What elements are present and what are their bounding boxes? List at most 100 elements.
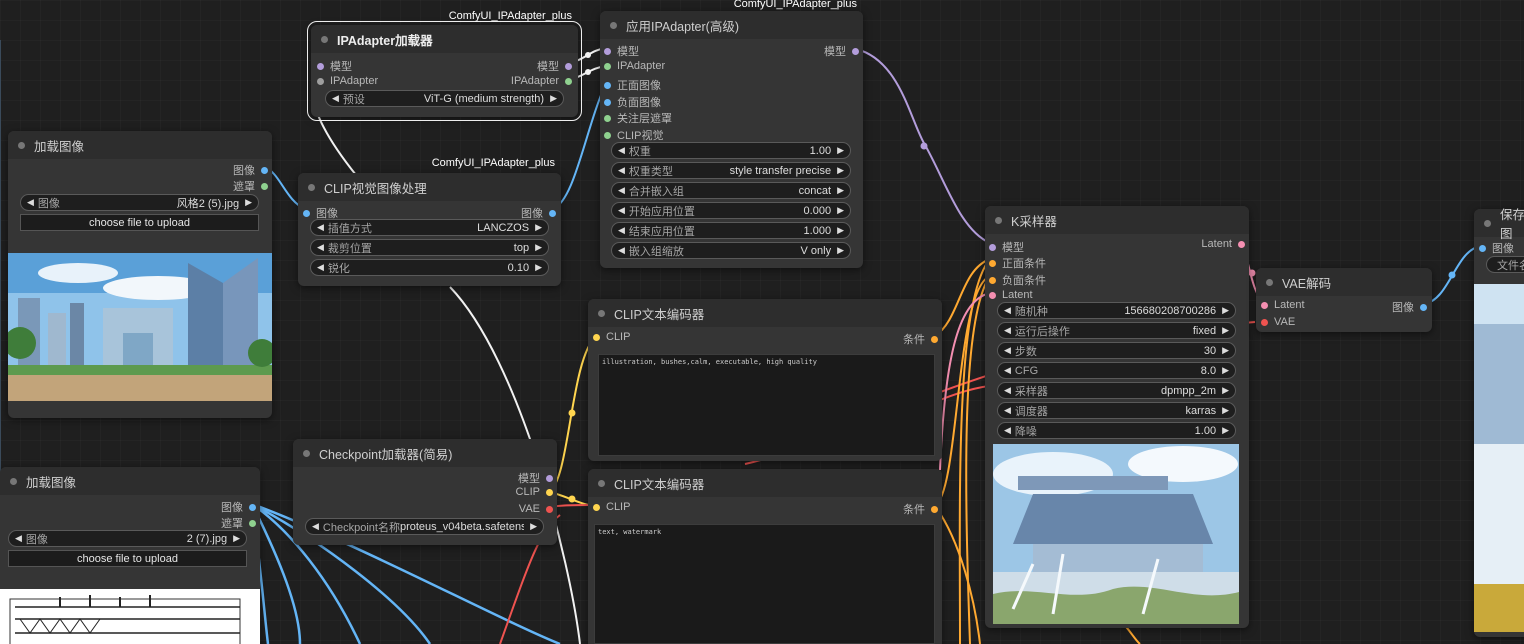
arrow-left-icon[interactable]: ◀ (618, 185, 625, 196)
arrow-right-icon[interactable]: ▶ (1222, 345, 1229, 356)
slot-pin-icon[interactable] (604, 47, 611, 55)
slot-pin-icon[interactable] (604, 131, 611, 139)
combine-embeds-combo[interactable]: ◀ 合并嵌入组 concat ▶ (611, 182, 851, 199)
embeds-scaling-combo[interactable]: ◀ 嵌入组缩放 V only ▶ (611, 242, 851, 259)
slot-pin-icon[interactable] (261, 166, 268, 174)
collapse-dot-icon[interactable] (18, 141, 25, 149)
node-vae-decode[interactable]: VAE解码 Latent VAE 图像 (1256, 268, 1432, 332)
input-slot-image[interactable]: 图像 (1479, 240, 1514, 256)
crop-position-combo[interactable]: ◀ 裁剪位置 top ▶ (310, 239, 549, 256)
slot-pin-icon[interactable] (852, 47, 859, 55)
slot-pin-icon[interactable] (565, 62, 572, 70)
collapse-dot-icon[interactable] (321, 35, 328, 43)
input-slot-model[interactable]: 模型 (989, 239, 1024, 255)
sampler-combo[interactable]: ◀ 采样器 dpmpp_2m ▶ (997, 382, 1236, 399)
arrow-left-icon[interactable]: ◀ (1004, 405, 1011, 416)
input-slot-clip[interactable]: CLIP (593, 501, 630, 513)
output-slot-image[interactable]: 图像 (221, 499, 256, 515)
upload-button[interactable]: choose file to upload (20, 214, 259, 231)
input-slot-negative[interactable]: 负面条件 (989, 272, 1046, 288)
weight-type-combo[interactable]: ◀ 权重类型 style transfer precise ▶ (611, 162, 851, 179)
output-slot-conditioning[interactable]: 条件 (903, 501, 938, 517)
arrow-left-icon[interactable]: ◀ (317, 242, 324, 253)
arrow-right-icon[interactable]: ▶ (1222, 325, 1229, 336)
node-load-image-1[interactable]: 加载图像 图像 遮罩 ◀ 图像 风格2 (5).jpg ▶ choose file t… (8, 131, 272, 418)
slot-pin-icon[interactable] (249, 503, 256, 511)
node-checkpoint-loader[interactable]: Checkpoint加载器(简易) 模型 CLIP VAE ◀ Checkpoin… (293, 439, 557, 545)
collapse-dot-icon[interactable] (1266, 278, 1273, 286)
arrow-right-icon[interactable]: ▶ (550, 93, 557, 104)
slot-pin-icon[interactable] (604, 98, 611, 106)
input-slot-ipadapter[interactable]: IPAdapter (317, 75, 378, 87)
arrow-right-icon[interactable]: ▶ (837, 185, 844, 196)
slot-pin-icon[interactable] (989, 243, 996, 251)
arrow-left-icon[interactable]: ◀ (317, 262, 324, 273)
node-save-image[interactable]: 保存图 图像 文件名 (1474, 208, 1524, 637)
slot-pin-icon[interactable] (604, 62, 611, 70)
start-at-widget[interactable]: ◀ 开始应用位置 0.000 ▶ (611, 202, 851, 219)
slot-pin-icon[interactable] (317, 62, 324, 70)
filename-prefix-widget[interactable]: 文件名 (1486, 256, 1524, 273)
output-slot-mask[interactable]: 遮罩 (233, 178, 268, 194)
collapse-dot-icon[interactable] (995, 216, 1002, 224)
node-ipadapter-loader[interactable]: ComfyUI_IPAdapter_plus IPAdapter加载器 模型 I… (307, 10, 582, 121)
image-combo[interactable]: ◀ 图像 2 (7).jpg ▶ (8, 530, 247, 547)
arrow-left-icon[interactable]: ◀ (27, 197, 34, 208)
output-slot-image[interactable]: 图像 (1392, 299, 1427, 315)
output-slot-ipadapter[interactable]: IPAdapter (511, 75, 572, 87)
input-slot-image[interactable]: 正面图像 (604, 77, 661, 93)
node-title[interactable]: CLIP文本编码器 (588, 299, 942, 327)
arrow-right-icon[interactable]: ▶ (1222, 385, 1229, 396)
checkpoint-combo[interactable]: ◀Checkpoint名称proteus_v04beta.safetensors… (305, 518, 544, 535)
arrow-right-icon[interactable]: ▶ (837, 145, 844, 156)
arrow-right-icon[interactable]: ▶ (837, 205, 844, 216)
slot-pin-icon[interactable] (593, 503, 600, 511)
slot-pin-icon[interactable] (249, 519, 256, 527)
node-title[interactable]: VAE解码 (1256, 268, 1432, 296)
slot-pin-icon[interactable] (931, 505, 938, 513)
node-title[interactable]: Checkpoint加载器(简易) (293, 439, 557, 467)
end-at-widget[interactable]: ◀ 结束应用位置 1.000 ▶ (611, 222, 851, 239)
output-slot-image[interactable]: 图像 (233, 162, 268, 178)
slot-pin-icon[interactable] (1479, 244, 1486, 252)
steps-widget[interactable]: ◀ 步数 30 ▶ (997, 342, 1236, 359)
preset-combo[interactable]: ◀ 预设 ViT-G (medium strength) ▶ (325, 90, 564, 107)
slot-pin-icon[interactable] (989, 276, 996, 284)
collapse-dot-icon[interactable] (598, 479, 605, 487)
slot-pin-icon[interactable] (604, 114, 611, 122)
slot-pin-icon[interactable] (317, 77, 324, 85)
arrow-left-icon[interactable]: ◀ (317, 222, 324, 233)
input-slot-model[interactable]: 模型 (317, 58, 352, 74)
arrow-left-icon[interactable]: ◀ (618, 205, 625, 216)
scheduler-combo[interactable]: ◀ 调度器 karras ▶ (997, 402, 1236, 419)
arrow-right-icon[interactable]: ▶ (1222, 405, 1229, 416)
prompt-textarea[interactable]: text, watermark (594, 524, 935, 644)
arrow-left-icon[interactable]: ◀ (1004, 345, 1011, 356)
node-load-image-2[interactable]: 加载图像 图像 遮罩 ◀ 图像 2 (7).jpg ▶ choose file to … (0, 467, 260, 644)
node-title[interactable]: 应用IPAdapter(高级) (600, 11, 863, 39)
arrow-right-icon[interactable]: ▶ (1222, 305, 1229, 316)
slot-pin-icon[interactable] (1420, 303, 1427, 311)
seed-widget[interactable]: ◀ 随机种 156680208700286 ▶ (997, 302, 1236, 319)
upload-button[interactable]: choose file to upload (8, 550, 247, 567)
slot-pin-icon[interactable] (549, 209, 556, 217)
node-clip-text-negative[interactable]: CLIP文本编码器 CLIP 条件 text, watermark (588, 469, 942, 644)
output-slot-model[interactable]: 模型 (537, 58, 572, 74)
sharpening-widget[interactable]: ◀ 锐化 0.10 ▶ (310, 259, 549, 276)
slot-pin-icon[interactable] (1261, 301, 1268, 309)
node-canvas[interactable]: ComfyUI_IPAdapter_plus IPAdapter加载器 模型 I… (0, 0, 1524, 644)
node-title[interactable]: IPAdapter加载器 (311, 25, 578, 53)
arrow-right-icon[interactable]: ▶ (1222, 425, 1229, 436)
input-slot-latent[interactable]: Latent (1261, 299, 1305, 311)
collapse-dot-icon[interactable] (10, 477, 17, 485)
output-slot-vae[interactable]: VAE (519, 503, 553, 515)
arrow-right-icon[interactable]: ▶ (530, 521, 537, 532)
collapse-dot-icon[interactable] (598, 309, 605, 317)
arrow-left-icon[interactable]: ◀ (312, 521, 319, 532)
arrow-left-icon[interactable]: ◀ (618, 165, 625, 176)
slot-pin-icon[interactable] (989, 291, 996, 299)
weight-widget[interactable]: ◀ 权重 1.00 ▶ (611, 142, 851, 159)
node-clip-text-positive[interactable]: CLIP文本编码器 CLIP 条件 illustration, bushes,c… (588, 299, 942, 461)
arrow-left-icon[interactable]: ◀ (1004, 365, 1011, 376)
arrow-left-icon[interactable]: ◀ (618, 145, 625, 156)
